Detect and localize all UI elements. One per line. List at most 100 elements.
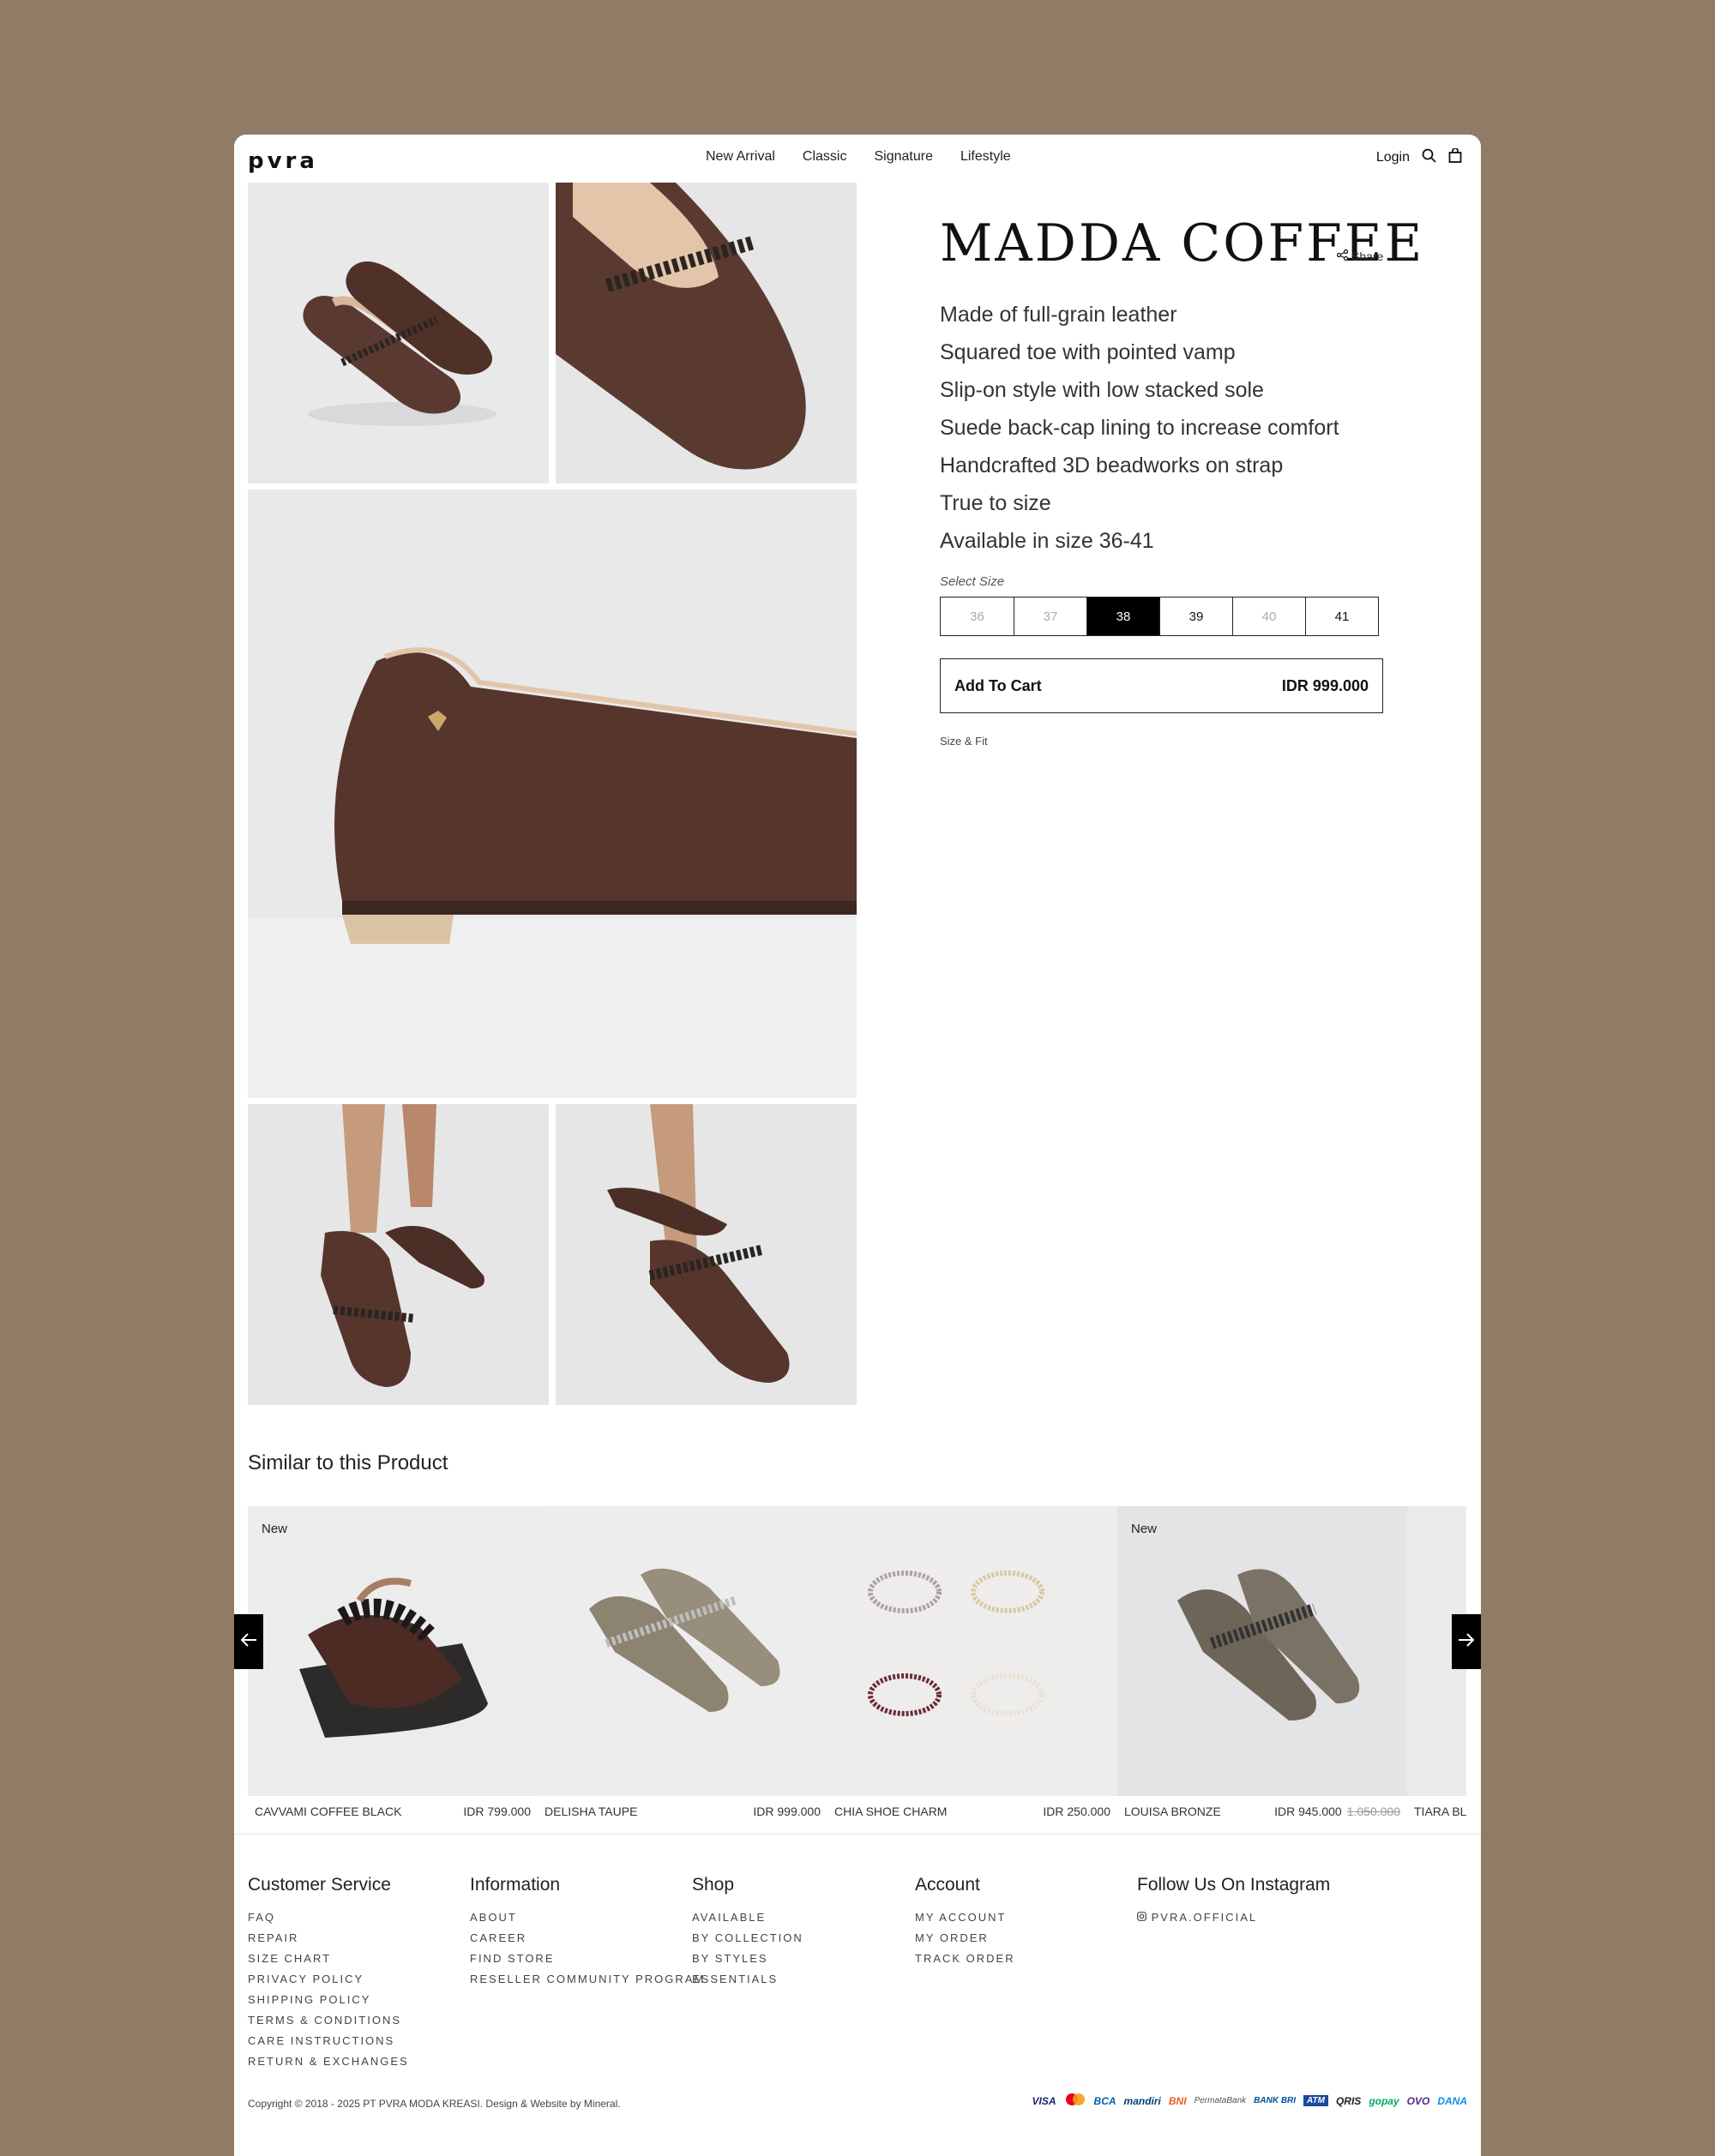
share-icon <box>1336 249 1349 263</box>
add-to-cart-button[interactable]: Add To Cart IDR 999.000 <box>940 658 1383 713</box>
arrow-right-icon <box>1458 1632 1475 1651</box>
product-image-worn-side[interactable] <box>556 1104 857 1405</box>
feature-item: Made of full-grain leather <box>940 303 1177 327</box>
product-image-side[interactable] <box>248 489 857 1098</box>
product-price: IDR 250.000 <box>1043 1805 1110 1818</box>
footer-link-by-styles[interactable]: BY STYLES <box>692 1949 803 1969</box>
footer-divider <box>234 1834 1481 1835</box>
dana-logo: DANA <box>1437 2094 1467 2107</box>
mastercard-logo <box>1064 2093 1086 2109</box>
feature-item: Available in size 36-41 <box>940 529 1154 553</box>
footer-instagram: Follow Us On Instagram PVRA.OFFICIAL <box>1137 1875 1330 1928</box>
instagram-handle: PVRA.OFFICIAL <box>1151 1911 1258 1924</box>
footer-link-my-account[interactable]: MY ACCOUNT <box>915 1907 1015 1928</box>
page-card: pvra New Arrival Classic Signature Lifes… <box>234 135 1481 2156</box>
header-actions: Login <box>1376 147 1462 167</box>
footer-link-about[interactable]: ABOUT <box>470 1907 705 1928</box>
product-thumbnail[interactable]: New <box>1117 1506 1407 1796</box>
brand-logo[interactable]: pvra <box>248 148 318 174</box>
footer-link-size-chart[interactable]: SIZE CHART <box>248 1949 409 1969</box>
footer-link-privacy[interactable]: PRIVACY POLICY <box>248 1969 409 1990</box>
product-card[interactable]: New LOUISA BRONZE IDR 945.000 1.050.000 <box>1117 1506 1407 1818</box>
product-card[interactable]: CHIA SHOE CHARM IDR 250.000 <box>827 1506 1117 1818</box>
footer-shop: Shop AVAILABLE BY COLLECTION BY STYLES E… <box>692 1875 803 1990</box>
feature-item: True to size <box>940 491 1051 515</box>
product-price: IDR 799.000 <box>463 1805 531 1818</box>
product-price: IDR 999.000 <box>1281 676 1369 694</box>
bca-logo: BCA <box>1093 2094 1116 2107</box>
nav-lifestyle[interactable]: Lifestyle <box>960 149 1011 165</box>
bni-logo: BNI <box>1168 2094 1187 2107</box>
product-name: TIARA BL <box>1414 1805 1466 1818</box>
size-option-38[interactable]: 38 <box>1086 597 1160 636</box>
product-thumbnail[interactable]: New <box>248 1506 538 1796</box>
gopay-logo: gopay <box>1369 2094 1399 2107</box>
carousel-prev-button[interactable] <box>234 1614 263 1669</box>
size-option-37[interactable]: 37 <box>1014 597 1087 636</box>
footer-link-reseller[interactable]: RESELLER COMMUNITY PROGRAM <box>470 1969 705 1990</box>
footer-link-returns[interactable]: RETURN & EXCHANGES <box>248 2051 409 2072</box>
size-fit-link[interactable]: Size & Fit <box>940 735 988 748</box>
product-card[interactable]: New CAVVAMI COFFEE BLACK IDR 799.000 <box>248 1506 538 1818</box>
search-icon[interactable] <box>1422 148 1436 167</box>
product-price: IDR 999.000 <box>753 1805 821 1818</box>
visa-logo: VISA <box>1032 2094 1056 2107</box>
original-price: 1.050.000 <box>1346 1805 1400 1818</box>
size-option-39[interactable]: 39 <box>1159 597 1233 636</box>
footer-heading: Follow Us On Instagram <box>1137 1875 1331 1895</box>
product-title: MADDA COFFEE <box>940 213 1425 273</box>
size-option-40[interactable]: 40 <box>1232 597 1306 636</box>
qris-logo: QRIS <box>1335 2094 1362 2107</box>
instagram-icon <box>1137 1907 1146 1928</box>
product-thumbnail[interactable] <box>827 1506 1117 1796</box>
nav-new-arrival[interactable]: New Arrival <box>706 149 775 165</box>
similar-products-carousel: New CAVVAMI COFFEE BLACK IDR 799.000 DELI… <box>248 1506 1466 1832</box>
footer-link-track-order[interactable]: TRACK ORDER <box>915 1949 1015 1969</box>
footer-heading: Account <box>915 1875 980 1895</box>
size-option-36[interactable]: 36 <box>940 597 1014 636</box>
product-thumbnail[interactable] <box>538 1506 827 1796</box>
bri-logo: BANK BRI <box>1254 2096 1297 2105</box>
footer-link-career[interactable]: CAREER <box>470 1928 705 1949</box>
product-image-closeup[interactable] <box>556 183 857 483</box>
instagram-link[interactable]: PVRA.OFFICIAL <box>1137 1907 1330 1928</box>
arrow-left-icon <box>240 1632 257 1651</box>
feature-item: Squared toe with pointed vamp <box>940 340 1236 364</box>
ovo-logo: OVO <box>1406 2094 1430 2107</box>
product-image-worn-front[interactable] <box>248 1104 549 1405</box>
feature-item: Handcrafted 3D beadworks on strap <box>940 453 1284 477</box>
footer-customer-service: Customer Service FAQ REPAIR SIZE CHART P… <box>248 1875 409 2072</box>
footer-link-terms[interactable]: TERMS & CONDITIONS <box>248 2010 409 2031</box>
footer-link-faq[interactable]: FAQ <box>248 1907 409 1928</box>
footer-account: Account MY ACCOUNT MY ORDER TRACK ORDER <box>915 1875 1015 1969</box>
footer-link-by-collection[interactable]: BY COLLECTION <box>692 1928 803 1949</box>
footer-heading: Shop <box>692 1875 735 1895</box>
size-option-41[interactable]: 41 <box>1305 597 1379 636</box>
mandiri-logo: mandiri <box>1123 2094 1161 2107</box>
footer-link-find-store[interactable]: FIND STORE <box>470 1949 705 1969</box>
product-card[interactable]: DELISHA TAUPE IDR 999.000 <box>538 1506 827 1818</box>
nav-signature[interactable]: Signature <box>874 149 933 165</box>
similar-section-title: Similar to this Product <box>248 1451 448 1474</box>
product-image-pair-top[interactable] <box>248 183 549 483</box>
feature-item: Slip-on style with low stacked sole <box>940 378 1264 402</box>
new-badge: New <box>262 1522 288 1536</box>
footer-link-essentials[interactable]: ESSENTIALS <box>692 1969 803 1990</box>
footer-link-my-order[interactable]: MY ORDER <box>915 1928 1015 1949</box>
carousel-next-button[interactable] <box>1452 1614 1481 1669</box>
nav-classic[interactable]: Classic <box>803 149 847 165</box>
footer-information: Information ABOUT CAREER FIND STORE RESE… <box>470 1875 705 1990</box>
footer-heading: Information <box>470 1875 561 1895</box>
product-name: CAVVAMI COFFEE BLACK <box>255 1805 402 1818</box>
product-price: IDR 945.000 <box>1274 1805 1342 1818</box>
login-link[interactable]: Login <box>1376 150 1410 165</box>
footer-link-shipping[interactable]: SHIPPING POLICY <box>248 1990 409 2010</box>
footer-link-available[interactable]: AVAILABLE <box>692 1907 803 1928</box>
footer-link-care[interactable]: CARE INSTRUCTIONS <box>248 2031 409 2051</box>
cart-bag-icon[interactable] <box>1448 147 1462 167</box>
share-button[interactable]: Share <box>1336 249 1383 263</box>
new-badge: New <box>1131 1522 1158 1536</box>
footer-link-repair[interactable]: REPAIR <box>248 1928 409 1949</box>
copyright-text: Copyright © 2018 - 2025 PT PVRA MODA KRE… <box>248 2098 621 2110</box>
size-selector: 36 37 38 39 40 41 <box>940 597 1379 636</box>
